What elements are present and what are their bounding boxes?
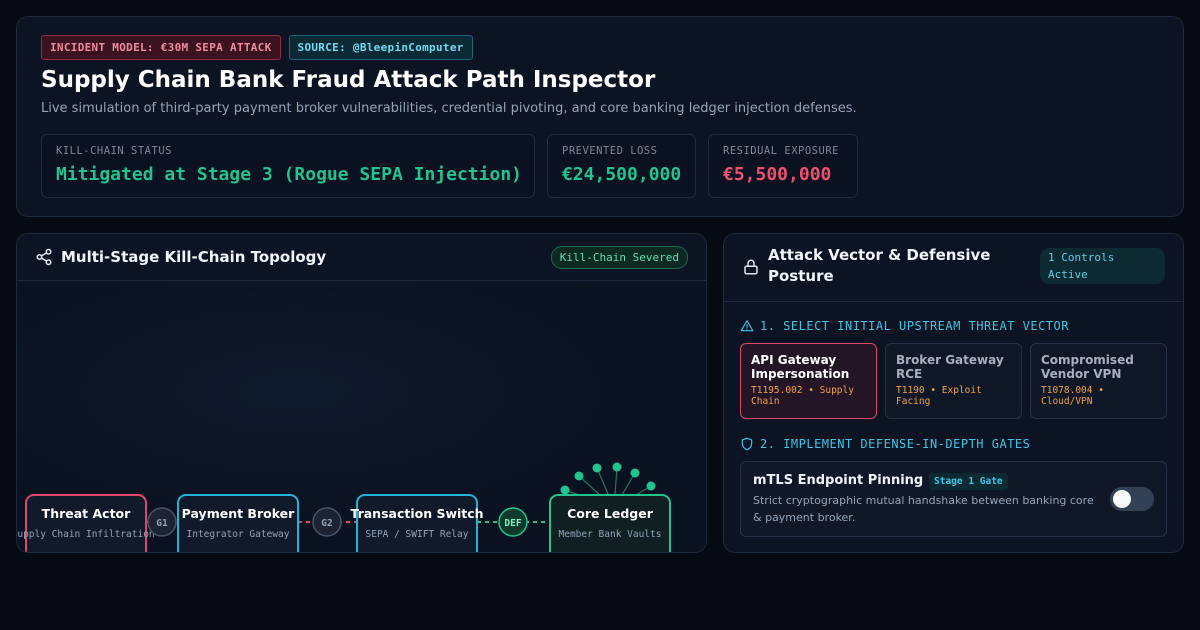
incident-header: INCIDENT MODEL: €30M SEPA ATTACK SOURCE:… xyxy=(16,16,1184,217)
stat-label: KILL-CHAIN STATUS xyxy=(56,145,172,157)
defense-panel-header: Attack Vector & Defensive Posture 1 Cont… xyxy=(724,234,1183,302)
gate-g2[interactable]: G2 xyxy=(312,507,342,537)
defense-panel: Attack Vector & Defensive Posture 1 Cont… xyxy=(723,233,1184,553)
stat-value: Mitigated at Stage 3 (Rogue SEPA Injecti… xyxy=(56,164,522,185)
stat-prevented-loss: PREVENTED LOSS €24,500,000 xyxy=(547,134,696,198)
section-threat-vector: 1. SELECT INITIAL UPSTREAM THREAT VECTOR xyxy=(740,319,1069,333)
node-title: Payment Broker xyxy=(182,506,295,521)
page-subtitle: Live simulation of third-party payment b… xyxy=(41,101,857,116)
vector-card-broker-rce[interactable]: Broker Gateway RCE T1190 • Exploit Facin… xyxy=(885,343,1022,419)
stat-killchain-status: KILL-CHAIN STATUS Mitigated at Stage 3 (… xyxy=(41,134,535,198)
topology-title: Multi-Stage Kill-Chain Topology xyxy=(61,248,327,266)
topology-canvas: Threat Actor upply Chain Infiltration Pa… xyxy=(17,282,706,553)
gate-g1[interactable]: G1 xyxy=(147,507,177,537)
svg-text:G2: G2 xyxy=(321,518,332,529)
svg-text:G1: G1 xyxy=(156,518,168,529)
section-label: 1. SELECT INITIAL UPSTREAM THREAT VECTOR xyxy=(760,319,1069,333)
controls-active-badge: 1 Controls Active xyxy=(1040,248,1165,284)
source-badge[interactable]: SOURCE: @BleepinComputer xyxy=(288,35,473,60)
shield-icon xyxy=(741,437,753,451)
lock-icon xyxy=(744,259,758,275)
vector-card-api-gateway[interactable]: API Gateway Impersonation T1195.002 • Su… xyxy=(740,343,877,419)
stat-label: PREVENTED LOSS xyxy=(562,145,658,157)
topology-panel: Multi-Stage Kill-Chain Topology Kill-Cha… xyxy=(16,233,707,553)
gate-title: mTLS Endpoint Pinning xyxy=(753,473,924,488)
vector-technique: T1195.002 • Supply Chain xyxy=(751,385,854,407)
share-nodes-icon xyxy=(36,248,52,266)
vector-technique: T1078.004 • Cloud/VPN xyxy=(1041,385,1104,407)
node-subtitle: Integrator Gateway xyxy=(187,529,290,540)
badge-row: INCIDENT MODEL: €30M SEPA ATTACK SOURCE:… xyxy=(41,35,473,60)
node-payment-broker[interactable]: Payment Broker Integrator Gateway xyxy=(177,494,299,553)
toggle-knob xyxy=(1113,490,1131,508)
node-subtitle: Member Bank Vaults xyxy=(559,529,662,540)
stat-value: €24,500,000 xyxy=(562,164,682,185)
node-transaction-switch[interactable]: Transaction Switch SEPA / SWIFT Relay xyxy=(350,494,484,553)
section-label: 2. IMPLEMENT DEFENSE-IN-DEPTH GATES xyxy=(760,437,1031,451)
stat-residual-exposure: RESIDUAL EXPOSURE €5,500,000 xyxy=(708,134,858,198)
node-title: Transaction Switch xyxy=(350,506,483,521)
page-title: Supply Chain Bank Fraud Attack Path Insp… xyxy=(41,67,656,93)
stat-label: RESIDUAL EXPOSURE xyxy=(723,145,839,157)
vector-name: API Gateway Impersonation xyxy=(751,353,850,381)
node-core-ledger[interactable]: Core Ledger Member Bank Vaults xyxy=(549,494,671,553)
topology-panel-header: Multi-Stage Kill-Chain Topology Kill-Cha… xyxy=(17,234,706,281)
gate-stage-tag: Stage 1 Gate xyxy=(929,473,1008,490)
node-threat-actor[interactable]: Threat Actor upply Chain Infiltration xyxy=(17,494,155,553)
vector-technique: T1190 • Exploit Facing xyxy=(896,385,982,407)
incident-badge: INCIDENT MODEL: €30M SEPA ATTACK xyxy=(41,35,281,60)
vector-name: Broker Gateway RCE xyxy=(896,353,1004,381)
gate-card-mtls: mTLS Endpoint Pinning Stage 1 Gate Stric… xyxy=(740,461,1167,537)
node-subtitle: SEPA / SWIFT Relay xyxy=(366,529,469,540)
killchain-severed-badge: Kill-Chain Severed xyxy=(550,246,688,269)
section-defense-gates: 2. IMPLEMENT DEFENSE-IN-DEPTH GATES xyxy=(740,437,1030,451)
svg-text:DEF: DEF xyxy=(504,518,521,529)
node-title: Threat Actor xyxy=(42,506,131,521)
vector-name: Compromised Vendor VPN xyxy=(1041,353,1134,381)
warning-icon xyxy=(740,320,754,332)
defense-title: Attack Vector & Defensive Posture xyxy=(768,246,991,285)
mtls-toggle[interactable] xyxy=(1110,487,1154,511)
node-subtitle: upply Chain Infiltration xyxy=(17,529,154,540)
gate-def[interactable]: DEF xyxy=(498,507,528,537)
topology-diagram: Threat Actor upply Chain Infiltration Pa… xyxy=(17,462,671,553)
stat-value: €5,500,000 xyxy=(723,164,832,185)
vector-card-vendor-vpn[interactable]: Compromised Vendor VPN T1078.004 • Cloud… xyxy=(1030,343,1167,419)
node-title: Core Ledger xyxy=(567,506,654,521)
gate-description: Strict cryptographic mutual handshake be… xyxy=(753,494,1094,524)
